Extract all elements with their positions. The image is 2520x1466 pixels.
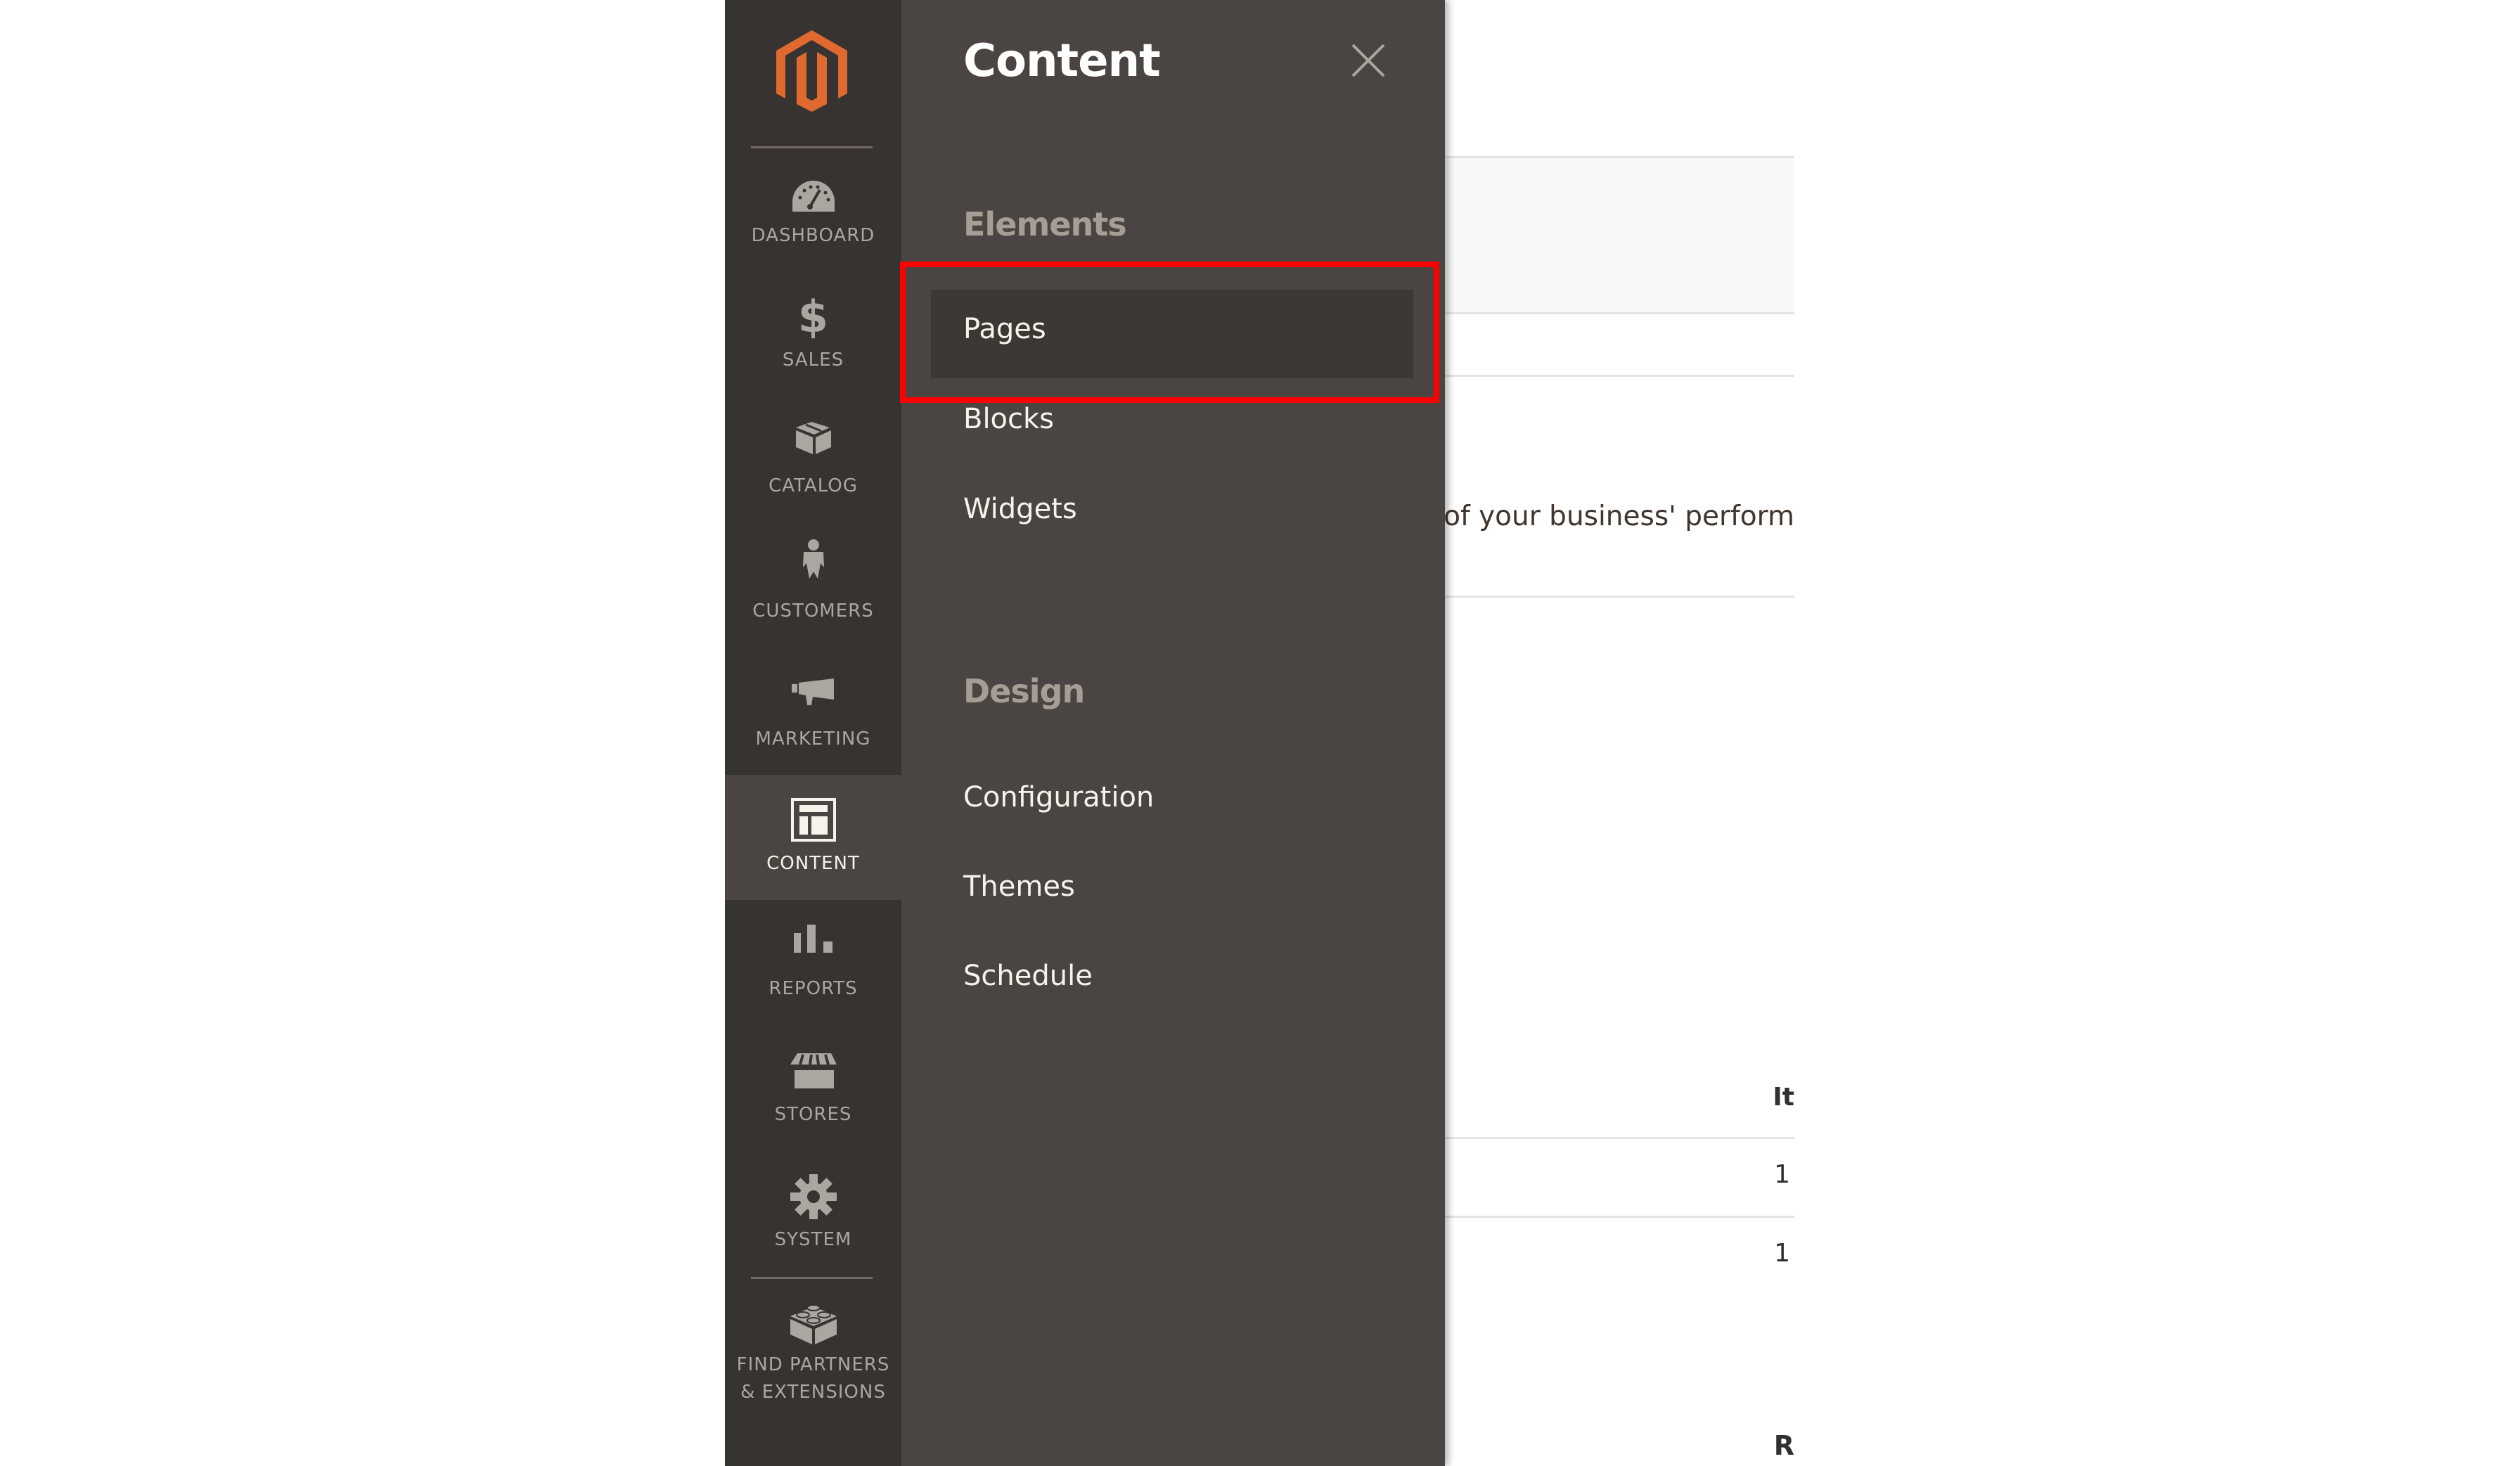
section-heading: R	[1773, 1430, 1794, 1461]
lego-brick-icon	[790, 1301, 837, 1347]
submenu-item-schedule[interactable]: Schedule	[963, 960, 1093, 992]
sidebar-item-customers[interactable]: CUSTOMERS	[725, 524, 901, 649]
sidebar-item-label: CONTENT	[766, 853, 860, 874]
sidebar-item-stores[interactable]: STORES	[725, 1025, 901, 1150]
sidebar-item-label: SYSTEM	[774, 1229, 852, 1250]
submenu-title: Content	[963, 35, 1161, 87]
sidebar-item-label: FIND PARTNERS	[736, 1354, 890, 1375]
sidebar-item-label: DASHBOARD	[751, 225, 875, 246]
sidebar-divider	[751, 1277, 873, 1279]
sidebar-item-label: STORES	[774, 1104, 852, 1125]
box-icon	[795, 422, 832, 457]
dashboard-description: d of your business' perform	[1417, 501, 1794, 532]
submenu-item-widgets[interactable]: Widgets	[963, 493, 1077, 525]
dollar-icon: $	[797, 291, 829, 342]
submenu-item-blocks[interactable]: Blocks	[963, 403, 1054, 435]
sidebar-item-find-partners-extensions[interactable]: FIND PARTNERS & EXTENSIONS	[725, 1287, 901, 1427]
admin-sidebar: DASHBOARD $ SALES CATALOG CUSTOMERS MARK…	[725, 0, 901, 1466]
sidebar-item-label: MARKETING	[755, 728, 871, 750]
close-icon[interactable]	[1351, 44, 1385, 77]
layout-icon	[790, 798, 836, 844]
bar-chart-icon	[793, 925, 833, 956]
sidebar-item-label: SALES	[782, 349, 844, 371]
sidebar-divider	[751, 146, 873, 148]
submenu-group-design: Design	[963, 672, 1085, 710]
megaphone-icon	[791, 679, 835, 709]
submenu-group-elements: Elements	[963, 205, 1127, 243]
content-submenu: Content Elements Pages Blocks Widgets De…	[901, 0, 1445, 1466]
submenu-item-configuration[interactable]: Configuration	[963, 781, 1154, 814]
person-icon	[801, 539, 826, 581]
storefront-icon	[790, 1053, 837, 1091]
table-column-header: It	[1773, 1083, 1794, 1112]
sidebar-item-system[interactable]: SYSTEM	[725, 1150, 901, 1275]
sidebar-item-marketing[interactable]: MARKETING	[725, 650, 901, 776]
submenu-item-pages[interactable]: Pages	[963, 313, 1046, 345]
sidebar-item-catalog[interactable]: CATALOG	[725, 401, 901, 526]
sidebar-item-label: REPORTS	[769, 978, 858, 999]
sidebar-item-content[interactable]: CONTENT	[725, 775, 901, 900]
table-cell: 1	[1774, 1239, 1790, 1268]
sidebar-item-reports[interactable]: REPORTS	[725, 900, 901, 1025]
gear-icon	[790, 1174, 837, 1222]
sidebar-item-sales[interactable]: $ SALES	[725, 281, 901, 406]
table-cell: 1	[1774, 1160, 1790, 1189]
sidebar-item-label: & EXTENSIONS	[740, 1382, 886, 1403]
sidebar-item-label: CUSTOMERS	[752, 600, 874, 622]
sidebar-item-dashboard[interactable]: DASHBOARD	[725, 169, 901, 294]
sidebar-item-label: CATALOG	[769, 475, 858, 496]
submenu-item-themes[interactable]: Themes	[963, 870, 1075, 903]
dashboard-gauge-icon	[792, 180, 835, 215]
magento-logo[interactable]	[776, 30, 847, 112]
